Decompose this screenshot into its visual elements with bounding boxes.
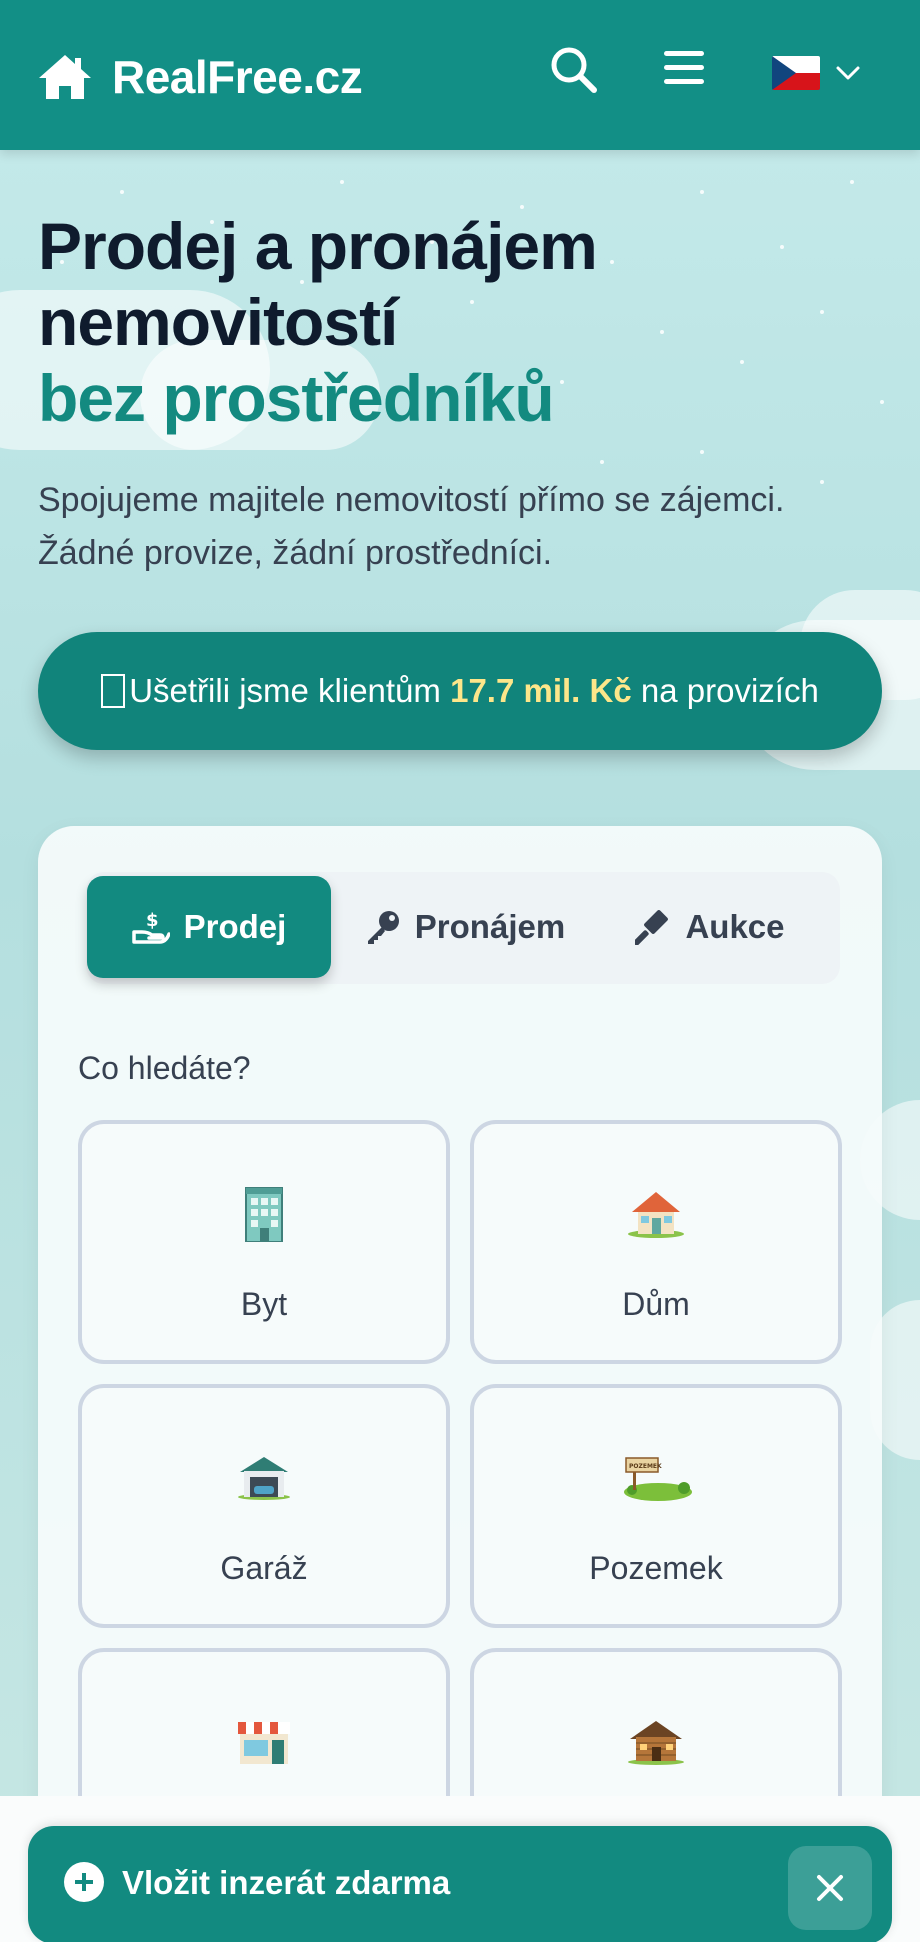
savings-suffix: na provizích [631, 672, 819, 709]
type-byt[interactable]: Byt [78, 1120, 450, 1364]
tab-pronajem-label: Pronájem [414, 908, 566, 945]
plus-circle-icon [64, 1862, 104, 1902]
add-listing-label: Vložit inzerát zdarma [122, 1864, 451, 1901]
hero-subtitle-line1: Spojujeme majitele nemovitostí přímo se … [38, 481, 785, 519]
type-pozemek[interactable]: POZEMEK Pozemek [470, 1384, 842, 1628]
hero-subtitle: Spojujeme majitele nemovitostí přímo se … [38, 474, 888, 580]
search-question: Co hledáte? [78, 1050, 251, 1086]
czech-flag-icon [772, 56, 820, 90]
brand-name: RealFree.cz [112, 51, 363, 103]
svg-text:$: $ [146, 910, 159, 931]
search-button[interactable] [548, 44, 600, 96]
add-listing-button[interactable]: Vložit inzerát zdarma [28, 1826, 892, 1942]
shop-icon [234, 1708, 294, 1774]
tab-prodej[interactable]: $ Prodej [87, 876, 331, 978]
chevron-down-icon [836, 66, 860, 80]
gavel-icon [635, 910, 669, 945]
svg-text:POZEMEK: POZEMEK [629, 1463, 662, 1470]
type-byt-label: Byt [240, 1286, 288, 1322]
close-icon [817, 1875, 843, 1901]
hero-title: Prodej a pronájem nemovitostí bez prostř… [38, 208, 858, 436]
hero-subtitle-line2: Žádné provize, žádní prostředníci. [38, 534, 553, 572]
land-plot-icon: POZEMEK [618, 1444, 694, 1510]
hero-title-line2: nemovitostí [38, 285, 398, 359]
type-dum-label: Dům [622, 1286, 690, 1322]
hero-title-accent: bez prostředníků [38, 361, 555, 435]
home-icon [39, 55, 91, 99]
search-icon [551, 47, 597, 93]
hamburger-menu-icon [664, 51, 704, 84]
tab-aukce[interactable]: Aukce [600, 876, 820, 978]
cabin-icon [626, 1708, 686, 1774]
hand-money-icon: $ [131, 910, 170, 944]
missing-glyph-icon [101, 674, 126, 708]
apartment-building-icon [242, 1180, 286, 1246]
key-icon [367, 911, 399, 944]
tab-pronajem[interactable]: Pronájem [340, 876, 590, 978]
savings-amount: 17.7 mil. Kč [450, 672, 632, 709]
tab-prodej-label: Prodej [183, 908, 287, 945]
type-pozemek-label: Pozemek [589, 1550, 723, 1586]
top-header: RealFree.cz [0, 0, 920, 150]
brand-logo[interactable]: RealFree.cz [36, 50, 363, 104]
savings-prefix: Ušetřili jsme klientům [129, 672, 451, 709]
garage-icon [236, 1444, 292, 1510]
language-selector[interactable] [772, 56, 862, 90]
savings-badge: Ušetřili jsme klientům 17.7 mil. Kč na p… [38, 632, 882, 750]
type-garaz-label: Garáž [220, 1550, 308, 1586]
tab-aukce-label: Aukce [685, 908, 785, 945]
menu-button[interactable] [662, 48, 706, 88]
type-garaz[interactable]: Garáž [78, 1384, 450, 1628]
house-icon [626, 1180, 686, 1246]
close-cta-button[interactable] [788, 1846, 872, 1930]
type-dum[interactable]: Dům [470, 1120, 842, 1364]
hero-title-line1: Prodej a pronájem [38, 209, 598, 283]
